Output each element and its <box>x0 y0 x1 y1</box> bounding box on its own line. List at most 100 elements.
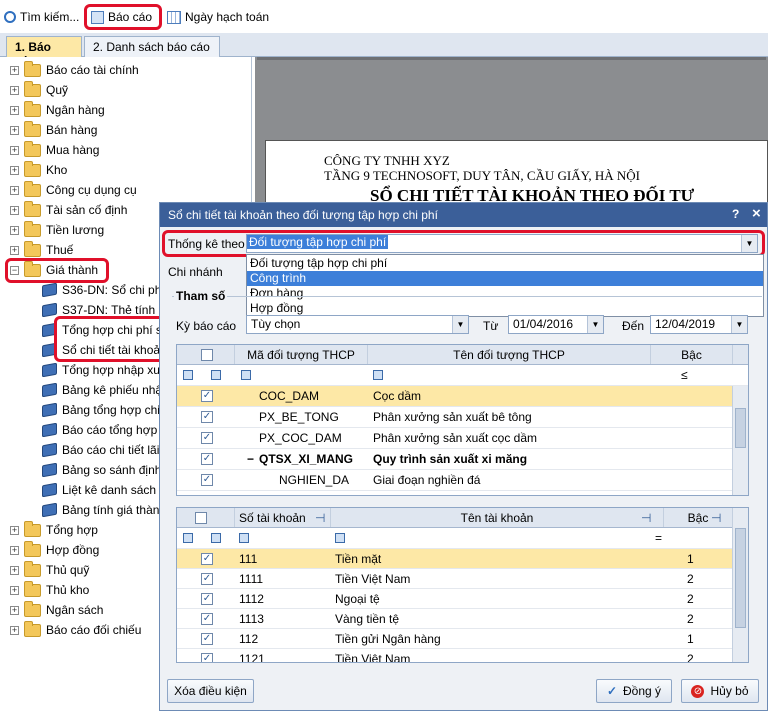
select-all-checkbox[interactable] <box>195 512 207 524</box>
filter-operator[interactable]: ≤ <box>681 368 688 382</box>
tree-leaf[interactable]: Tổng hợp nhập xuấ <box>42 360 167 380</box>
row-checkbox[interactable]: ✓ <box>201 432 213 444</box>
tree-node[interactable]: + Tổng hợp <box>10 520 98 540</box>
name-header[interactable]: Tên đối tượng THCP <box>368 345 651 364</box>
tree-leaf[interactable]: Báo cáo tổng hợp l <box>42 420 163 440</box>
vertical-scrollbar[interactable] <box>732 386 748 495</box>
table-row[interactable]: ✓ PX_BE_TONG Phân xưởng sản xuất bê tông <box>177 407 748 428</box>
table-row[interactable]: ✓ 1113 Vàng tiền tệ 2 <box>177 609 748 629</box>
dropdown-option[interactable]: Đối tượng tập hợp chi phí <box>247 256 763 271</box>
tab-report-list[interactable]: 2. Danh sách báo cáo <box>84 36 220 57</box>
dropdown-option[interactable]: Hợp đồng <box>247 301 763 316</box>
row-checkbox[interactable]: ✓ <box>201 553 213 565</box>
group-by-select[interactable]: Đối tượng tập hợp chi phí ▼ <box>246 234 758 253</box>
tree-leaf[interactable]: Bảng so sánh định <box>42 460 161 480</box>
clear-conditions-button[interactable]: Xóa điều kiện <box>167 679 254 703</box>
filter-operator[interactable]: = <box>655 531 662 545</box>
ok-button[interactable]: ✓ Đồng ý <box>596 679 672 703</box>
expand-icon[interactable]: + <box>10 525 19 535</box>
tree-node[interactable]: + Báo cáo đối chiếu <box>10 620 141 640</box>
expand-icon[interactable]: + <box>10 85 19 95</box>
row-checkbox[interactable]: ✓ <box>201 453 213 465</box>
expand-icon[interactable]: + <box>10 545 19 555</box>
tree-node[interactable]: + Mua hàng <box>10 140 99 160</box>
tree-node[interactable]: + Quỹ <box>10 80 68 100</box>
account-name-header[interactable]: Tên tài khoản <box>331 508 664 527</box>
filter-icon[interactable] <box>183 370 193 380</box>
help-icon[interactable]: ? <box>732 207 739 221</box>
tree-node[interactable]: + Tài sản cố định <box>10 200 127 220</box>
table-row[interactable]: ✓ 112 Tiền gửi Ngân hàng 1 <box>177 629 748 649</box>
row-checkbox[interactable]: ✓ <box>201 593 213 605</box>
tab-reports[interactable]: 1. Báo cáo <box>6 36 82 68</box>
tree-node[interactable]: + Kho <box>10 160 67 180</box>
report-button[interactable]: Báo cáo <box>84 4 162 30</box>
expand-icon[interactable]: + <box>10 625 19 635</box>
from-date-input[interactable]: 01/04/2016 ▼ <box>508 315 604 334</box>
filter-icon[interactable] <box>335 533 345 543</box>
table-row[interactable]: ✓ 111 Tiền mặt 1 <box>177 549 748 569</box>
tree-node[interactable]: + Công cụ dụng cụ <box>10 180 137 200</box>
chevron-down-icon[interactable]: ▼ <box>587 316 603 333</box>
expand-icon[interactable]: + <box>10 105 19 115</box>
tree-leaf[interactable]: S36-DN: Sổ chi phí <box>42 280 165 300</box>
pin-icon[interactable]: ⊣ <box>641 511 651 525</box>
tree-node[interactable]: + Ngân hàng <box>10 100 105 120</box>
expand-icon[interactable]: + <box>10 125 19 135</box>
pin-icon[interactable]: ⊣ <box>315 511 325 525</box>
table-row[interactable]: ✓ 1112 Ngoại tệ 2 <box>177 589 748 609</box>
tree-node[interactable]: + Tiền lương <box>10 220 104 240</box>
cancel-button[interactable]: ⊘ Hủy bỏ <box>681 679 759 703</box>
table-row[interactable]: ✓ 1111 Tiền Việt Nam 2 <box>177 569 748 589</box>
row-checkbox[interactable]: ✓ <box>201 633 213 645</box>
filter-icon[interactable] <box>183 533 193 543</box>
close-icon[interactable]: × <box>752 205 761 222</box>
tree-node[interactable]: + Thủ quỹ <box>10 560 89 580</box>
tree-node[interactable]: + Thuế <box>10 240 73 260</box>
expand-icon[interactable]: + <box>10 205 19 215</box>
pin-icon[interactable]: ⊣ <box>711 511 721 525</box>
expand-icon[interactable]: + <box>10 605 19 615</box>
row-checkbox[interactable]: ✓ <box>201 390 213 402</box>
filter-icon[interactable] <box>211 370 221 380</box>
dropdown-option[interactable]: Đơn hàng <box>247 286 763 301</box>
tree-leaf[interactable]: Báo cáo chi tiết lãi <box>42 440 159 460</box>
filter-icon[interactable] <box>239 533 249 543</box>
scrollbar-thumb[interactable] <box>735 408 746 448</box>
chevron-down-icon[interactable]: ▼ <box>731 316 747 333</box>
row-checkbox[interactable]: ✓ <box>201 474 213 486</box>
tree-node[interactable]: + Ngân sách <box>10 600 103 620</box>
filter-icon[interactable] <box>241 370 251 380</box>
row-checkbox[interactable]: ✓ <box>201 613 213 625</box>
scrollbar-thumb[interactable] <box>735 528 746 628</box>
table-row[interactable]: ✓ PX_COC_DAM Phân xưởng sản xuất cọc dầm <box>177 428 748 449</box>
level-header[interactable]: Bậc <box>651 345 733 364</box>
expand-icon[interactable]: + <box>10 245 19 255</box>
chevron-down-icon[interactable]: ▼ <box>741 235 757 252</box>
row-checkbox[interactable]: ✓ <box>201 653 213 662</box>
expand-icon[interactable]: + <box>10 65 19 75</box>
table-row[interactable]: ✓ COC_DAM Cọc dầm <box>177 386 748 407</box>
chevron-down-icon[interactable]: ▼ <box>452 316 468 333</box>
vertical-scrollbar[interactable] <box>732 508 748 662</box>
expand-icon[interactable]: + <box>10 225 19 235</box>
tree-node[interactable]: + Báo cáo tài chính <box>10 60 139 80</box>
tree-leaf[interactable]: Bảng kê phiếu nhập <box>42 380 169 400</box>
search-button[interactable]: Tìm kiếm... <box>4 6 79 28</box>
table-row[interactable]: ✓ 1121 Tiền Việt Nam 2 <box>177 649 748 662</box>
select-all-checkbox[interactable] <box>201 349 213 361</box>
expand-icon[interactable]: + <box>10 585 19 595</box>
tree-node[interactable]: + Bán hàng <box>10 120 97 140</box>
filter-icon[interactable] <box>373 370 383 380</box>
collapse-icon[interactable]: − <box>247 452 254 466</box>
level-header[interactable]: Bậc <box>664 508 733 527</box>
tree-leaf[interactable]: Liệt kê danh sách c <box>42 480 165 500</box>
table-row[interactable]: ✓ NGHIEN_DA Giai đoạn nghiền đá <box>177 470 748 491</box>
expand-icon[interactable]: + <box>10 565 19 575</box>
tree-leaf[interactable]: Bảng tính giá thành <box>42 500 166 520</box>
dropdown-option[interactable]: Công trình <box>247 271 763 286</box>
expand-icon[interactable]: + <box>10 145 19 155</box>
row-checkbox[interactable]: ✓ <box>201 411 213 423</box>
tree-leaf[interactable]: Bảng tổng hợp chi p <box>42 400 170 420</box>
filter-icon[interactable] <box>211 533 221 543</box>
